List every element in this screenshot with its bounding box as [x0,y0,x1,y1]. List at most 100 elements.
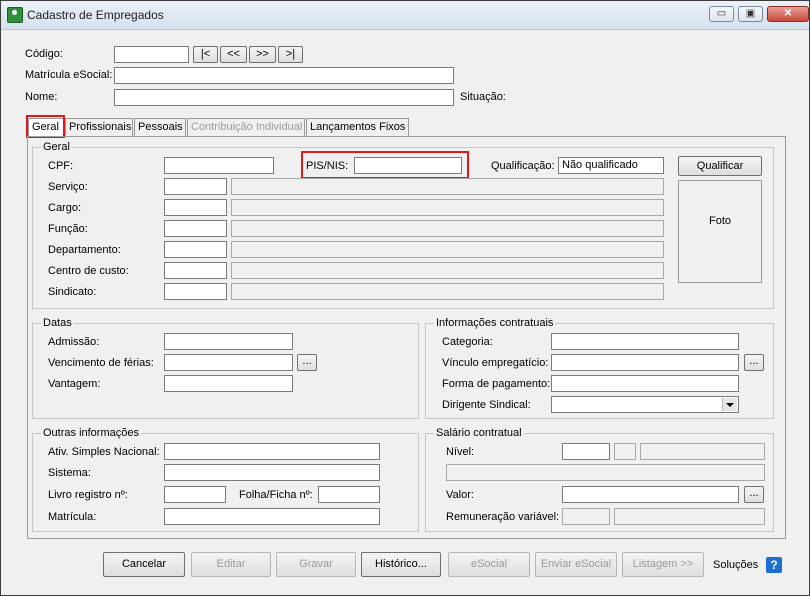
cargo-description [231,199,664,216]
nav-last-button[interactable]: >| [278,46,303,63]
forma-pagamento-label: Forma de pagamento: [442,378,551,390]
nome-input[interactable] [114,89,454,106]
cancelar-button[interactable]: Cancelar [103,552,185,577]
centro-custo-label: Centro de custo: [48,265,129,277]
servico-code-input[interactable] [164,178,227,195]
tab-geral[interactable]: Geral [28,118,64,137]
matricula-label: Matrícula: [48,511,97,523]
admissao-label: Admissão: [48,336,100,348]
vinculo-browse-button[interactable]: ... [744,354,764,371]
title-bar: Cadastro de Empregados ▭ ▣ ✕ [1,1,809,30]
pis-nis-label: PIS/NIS: [306,160,349,172]
funcao-code-input[interactable] [164,220,227,237]
tab-contribuicao-individual[interactable]: Contribuição Individual [187,118,305,136]
window-title: Cadastro de Empregados [27,8,164,22]
datas-group-title: Datas [41,317,74,329]
help-icon[interactable]: ? [766,557,782,573]
nivel-code [614,443,636,460]
foto-label: Foto [709,215,732,227]
remuneracao-variavel-description [614,508,765,525]
esocial-button[interactable]: eSocial [448,552,530,577]
salario-group-title: Salário contratual [434,427,524,439]
matricula-esocial-label: Matrícula eSocial: [25,69,113,81]
nivel-input[interactable] [562,443,610,460]
vencimento-ferias-input[interactable] [164,354,293,371]
situacao-label: Situação: [460,91,506,103]
sindicato-description [231,283,664,300]
simples-nacional-label: Ativ. Simples Nacional: [48,446,160,458]
sistema-input[interactable] [164,464,380,481]
forma-pagamento-input[interactable] [551,375,739,392]
funcao-description [231,220,664,237]
matricula-input[interactable] [164,508,380,525]
tab-profissionais[interactable]: Profissionais [65,118,133,136]
tab-lancamentos-fixos[interactable]: Lançamentos Fixos [306,118,409,136]
valor-input[interactable] [562,486,739,503]
remuneracao-variavel-value [562,508,610,525]
editar-button[interactable]: Editar [191,552,271,577]
historico-button[interactable]: Histórico... [361,552,441,577]
dirigente-sindical-label: Dirigente Sindical: [442,399,531,411]
admissao-input[interactable] [164,333,293,350]
categoria-input[interactable] [551,333,739,350]
close-button[interactable]: ✕ [767,6,809,22]
cpf-input[interactable] [164,157,274,174]
nivel-description [640,443,765,460]
livro-registro-input[interactable] [164,486,226,503]
simples-nacional-input[interactable] [164,443,380,460]
nav-next-button[interactable]: >> [249,46,276,63]
centro-custo-code-input[interactable] [164,262,227,279]
vantagem-input[interactable] [164,375,293,392]
pis-nis-input[interactable] [354,157,462,174]
vinculo-input[interactable] [551,354,739,371]
qualificacao-value: Não qualificado [558,157,664,174]
centro-custo-description [231,262,664,279]
vinculo-label: Vínculo empregatício: [442,357,549,369]
nav-prev-button[interactable]: << [220,46,247,63]
cpf-label: CPF: [48,160,74,172]
folha-ficha-input[interactable] [318,486,380,503]
solucoes-link[interactable]: Soluções [713,559,758,571]
vencimento-ferias-browse-button[interactable]: ... [297,354,317,371]
cargo-code-input[interactable] [164,199,227,216]
remuneracao-variavel-label: Remuneração variável: [446,511,560,523]
gravar-button[interactable]: Gravar [276,552,356,577]
qualificar-button[interactable]: Qualificar [678,156,762,176]
tab-pessoais[interactable]: Pessoais [134,118,186,136]
servico-label: Serviço: [48,181,88,193]
listagem-button[interactable]: Listagem >> [622,552,704,577]
codigo-input[interactable] [114,46,189,63]
sindicato-label: Sindicato: [48,286,97,298]
cargo-label: Cargo: [48,202,82,214]
vencimento-ferias-label: Vencimento de férias: [48,357,154,369]
departamento-label: Departamento: [48,244,121,256]
enviar-esocial-button[interactable]: Enviar eSocial [535,552,617,577]
contratuais-group-title: Informações contratuais [434,317,556,329]
departamento-description [231,241,664,258]
valor-label: Valor: [446,489,474,501]
dirigente-sindical-select[interactable] [551,396,739,413]
employee-register-window: Cadastro de Empregados ▭ ▣ ✕ Código: |< … [0,0,810,596]
departamento-code-input[interactable] [164,241,227,258]
valor-browse-button[interactable]: ... [744,486,764,503]
categoria-label: Categoria: [442,336,493,348]
nav-first-button[interactable]: |< [193,46,218,63]
app-icon [7,7,23,23]
sindicato-code-input[interactable] [164,283,227,300]
sistema-label: Sistema: [48,467,91,479]
photo-frame[interactable]: Foto [678,180,762,283]
geral-group-title: Geral [41,141,72,153]
maximize-button[interactable]: ▣ [738,6,763,22]
minimize-button[interactable]: ▭ [709,6,734,22]
funcao-label: Função: [48,223,88,235]
livro-registro-label: Livro registro nº: [48,489,128,501]
codigo-label: Código: [25,48,63,60]
nome-label: Nome: [25,91,58,103]
servico-description [231,178,664,195]
chevron-down-icon[interactable] [722,398,737,411]
folha-ficha-label: Folha/Ficha nº: [239,489,313,501]
vantagem-label: Vantagem: [48,378,101,390]
outras-group-title: Outras informações [41,427,141,439]
matricula-esocial-input[interactable] [114,67,454,84]
nivel-label: Nível: [446,446,475,458]
